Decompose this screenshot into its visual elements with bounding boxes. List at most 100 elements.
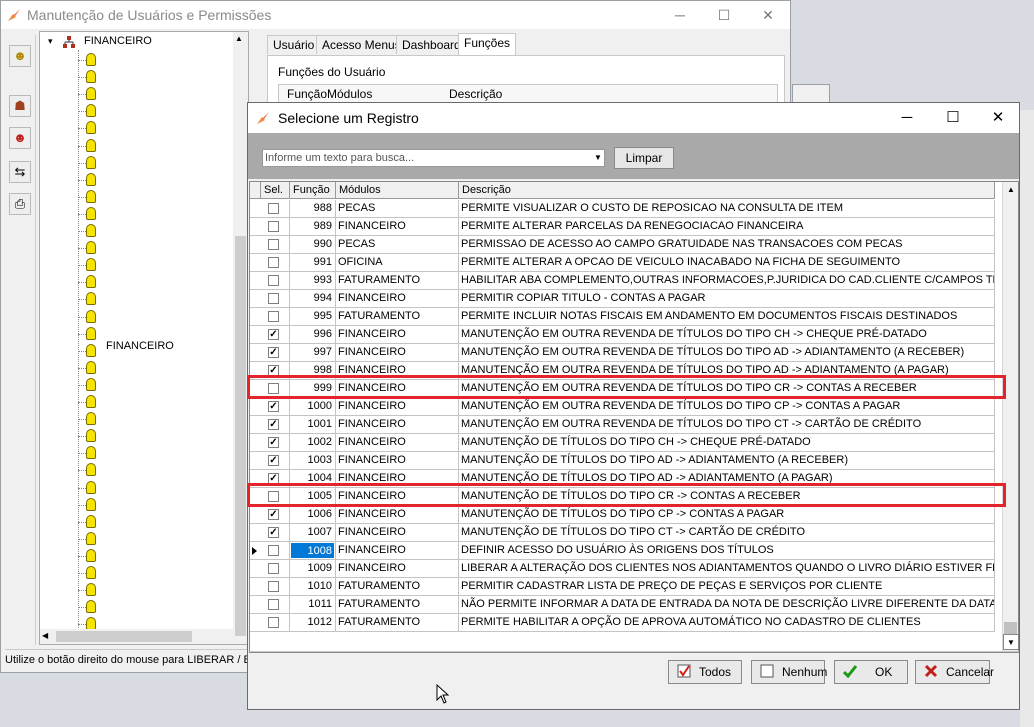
- tree-horizontal-scrollbar[interactable]: ◀: [40, 629, 233, 644]
- tree-user-item[interactable]: [78, 86, 100, 102]
- grid-scroll-thumb[interactable]: [1004, 622, 1017, 634]
- descricao-cell[interactable]: NÃO PERMITE INFORMAR A DATA DE ENTRADA D…: [459, 596, 995, 614]
- dialog-close-button[interactable]: ✕: [975, 103, 1021, 133]
- row-checkbox[interactable]: [268, 311, 279, 322]
- tree-scroll-thumb[interactable]: [235, 236, 246, 636]
- search-dropdown-icon[interactable]: ▼: [592, 150, 604, 166]
- tree-user-item[interactable]: [78, 531, 100, 547]
- sel-cell[interactable]: [250, 200, 290, 218]
- funcao-cell[interactable]: 993: [290, 272, 336, 290]
- nenhum-button[interactable]: Nenhum: [751, 660, 827, 684]
- sel-cell[interactable]: ✓: [250, 398, 290, 416]
- transfer-button[interactable]: ⇆: [9, 161, 31, 183]
- modulo-cell[interactable]: FATURAMENTO: [336, 614, 459, 632]
- modulo-cell[interactable]: FINANCEIRO: [336, 326, 459, 344]
- descricao-cell[interactable]: MANUTENÇÃO DE TÍTULOS DO TIPO CT -> CART…: [459, 524, 995, 542]
- tree-user-item[interactable]: [78, 377, 100, 393]
- table-row[interactable]: ✓ 1002 FINANCEIRO MANUTENÇÃO DE TÍTULOS DO …: [250, 434, 995, 452]
- tree-hscroll-thumb[interactable]: [56, 631, 192, 642]
- records-grid[interactable]: Sel. Função Módulos Descrição 988 PECAS PE…: [249, 181, 1019, 653]
- descricao-cell[interactable]: MANUTENÇÃO EM OUTRA REVENDA DE TÍTULOS D…: [459, 398, 995, 416]
- tree-user-item[interactable]: [78, 565, 100, 581]
- modulo-cell[interactable]: FINANCEIRO: [336, 218, 459, 236]
- funcao-cell[interactable]: 1012: [290, 614, 336, 632]
- funcao-cell[interactable]: 995: [290, 308, 336, 326]
- table-row[interactable]: 993 FATURAMENTO HABILITAR ABA COMPLEMENTO,…: [250, 272, 995, 290]
- tree-expand-icon[interactable]: ▾: [48, 36, 58, 46]
- modulo-cell[interactable]: FINANCEIRO: [336, 506, 459, 524]
- row-checkbox[interactable]: [268, 617, 279, 628]
- tab-usuario[interactable]: Usuário: [267, 35, 321, 54]
- tree-user-item[interactable]: [78, 240, 100, 256]
- dialog-title-bar[interactable]: Selecione um Registro ─ ☐ ✕: [248, 103, 1019, 133]
- table-row[interactable]: ✓ 1007 FINANCEIRO MANUTENÇÃO DE TÍTULOS DO …: [250, 524, 995, 542]
- table-row[interactable]: 991 OFICINA PERMITE ALTERAR A OPCAO DE VEI…: [250, 254, 995, 272]
- table-row[interactable]: 988 PECAS PERMITE VISUALIZAR O CUSTO DE RE…: [250, 200, 995, 218]
- modulo-cell[interactable]: PECAS: [336, 200, 459, 218]
- row-checkbox[interactable]: [268, 563, 279, 574]
- sel-cell[interactable]: ✓: [250, 452, 290, 470]
- descricao-cell[interactable]: PERMITE ALTERAR A OPCAO DE VEICULO INACA…: [459, 254, 995, 272]
- funcoes-col-funcao[interactable]: Função: [287, 87, 327, 101]
- modulo-cell[interactable]: PECAS: [336, 236, 459, 254]
- sel-cell[interactable]: ✓: [250, 344, 290, 362]
- table-row[interactable]: ✓ 997 FINANCEIRO MANUTENÇÃO EM OUTRA REVEND…: [250, 344, 995, 362]
- funcao-cell[interactable]: 1009: [290, 560, 336, 578]
- descricao-cell[interactable]: MANUTENÇÃO EM OUTRA REVENDA DE TÍTULOS D…: [459, 344, 995, 362]
- permission-tree[interactable]: ▾ FINANCEIRO FINANCEIRO ▲ ◀: [39, 31, 249, 645]
- tree-user-item[interactable]: [78, 120, 100, 136]
- descricao-cell[interactable]: HABILITAR ABA COMPLEMENTO,OUTRAS INFORMA…: [459, 272, 995, 290]
- descricao-cell[interactable]: MANUTENÇÃO DE TÍTULOS DO TIPO CH -> CHEQ…: [459, 434, 995, 452]
- funcao-cell[interactable]: 1001: [290, 416, 336, 434]
- modulo-cell[interactable]: FINANCEIRO: [336, 344, 459, 362]
- table-row[interactable]: 1009 FINANCEIRO LIBERAR A ALTERAÇÃO DOS CL…: [250, 560, 995, 578]
- tree-user-item[interactable]: [78, 138, 100, 154]
- row-checkbox[interactable]: ✓: [268, 455, 279, 466]
- row-checkbox[interactable]: ✓: [268, 329, 279, 340]
- row-checkbox[interactable]: ✓: [268, 401, 279, 412]
- descricao-cell[interactable]: LIBERAR A ALTERAÇÃO DOS CLIENTES NOS ADI…: [459, 560, 995, 578]
- grid-col-modulos[interactable]: Módulos: [336, 182, 459, 199]
- row-checkbox[interactable]: ✓: [268, 527, 279, 538]
- descricao-cell[interactable]: MANUTENÇÃO EM OUTRA REVENDA DE TÍTULOS D…: [459, 416, 995, 434]
- descricao-cell[interactable]: PERMITIR CADASTRAR LISTA DE PREÇO DE PEÇ…: [459, 578, 995, 596]
- row-checkbox[interactable]: [268, 293, 279, 304]
- tree-user-item[interactable]: [78, 291, 100, 307]
- sel-cell[interactable]: ✓: [250, 434, 290, 452]
- funcao-cell[interactable]: 996: [290, 326, 336, 344]
- descricao-cell[interactable]: PERMITE ALTERAR PARCELAS DA RENEGOCIACAO…: [459, 218, 995, 236]
- tree-user-item[interactable]: [78, 343, 100, 359]
- tree-user-item[interactable]: [78, 223, 100, 239]
- funcao-cell[interactable]: 994: [290, 290, 336, 308]
- tree-group-label[interactable]: FINANCEIRO: [106, 340, 174, 352]
- tree-scroll-up-icon[interactable]: ▲: [235, 34, 243, 43]
- tree-root-label[interactable]: FINANCEIRO: [84, 35, 152, 47]
- table-row[interactable]: ✓ 1003 FINANCEIRO MANUTENÇÃO DE TÍTULOS DO …: [250, 452, 995, 470]
- modulo-cell[interactable]: FINANCEIRO: [336, 290, 459, 308]
- main-title-bar[interactable]: Manutenção de Usuários e Permissões ─ ☐ …: [1, 1, 790, 29]
- tree-user-item[interactable]: [78, 428, 100, 444]
- limpar-button[interactable]: Limpar: [614, 147, 674, 169]
- descricao-cell[interactable]: PERMITIR COPIAR TITULO - CONTAS A PAGAR: [459, 290, 995, 308]
- sel-cell[interactable]: ✓: [250, 506, 290, 524]
- modulo-cell[interactable]: FINANCEIRO: [336, 524, 459, 542]
- funcao-cell[interactable]: 1006: [290, 506, 336, 524]
- funcao-cell[interactable]: 1002: [290, 434, 336, 452]
- main-close-button[interactable]: ✕: [746, 1, 790, 29]
- tree-user-item[interactable]: [78, 548, 100, 564]
- tree-user-item[interactable]: [78, 326, 100, 342]
- row-checkbox[interactable]: ✓: [268, 509, 279, 520]
- user-permission-button[interactable]: ☻: [9, 127, 31, 149]
- table-row[interactable]: 990 PECAS PERMISSAO DE ACESSO AO CAMPO GRA…: [250, 236, 995, 254]
- tab-funcoes[interactable]: Funções: [458, 33, 517, 55]
- tree-user-item[interactable]: [78, 69, 100, 85]
- grid-col-funcao[interactable]: Função: [290, 182, 336, 199]
- grid-scroll-down-icon[interactable]: ▼: [1003, 634, 1018, 650]
- tree-user-item[interactable]: [78, 206, 100, 222]
- sel-cell[interactable]: [250, 272, 290, 290]
- main-minimize-button[interactable]: ─: [658, 1, 702, 29]
- todos-button[interactable]: Todos: [668, 660, 742, 684]
- table-row[interactable]: 1010 FATURAMENTO PERMITIR CADASTRAR LISTA …: [250, 578, 995, 596]
- tab-acesso-menus[interactable]: Acesso Menus: [316, 35, 407, 54]
- descricao-cell[interactable]: PERMITE HABILITAR A OPÇÃO DE APROVA AUTO…: [459, 614, 995, 632]
